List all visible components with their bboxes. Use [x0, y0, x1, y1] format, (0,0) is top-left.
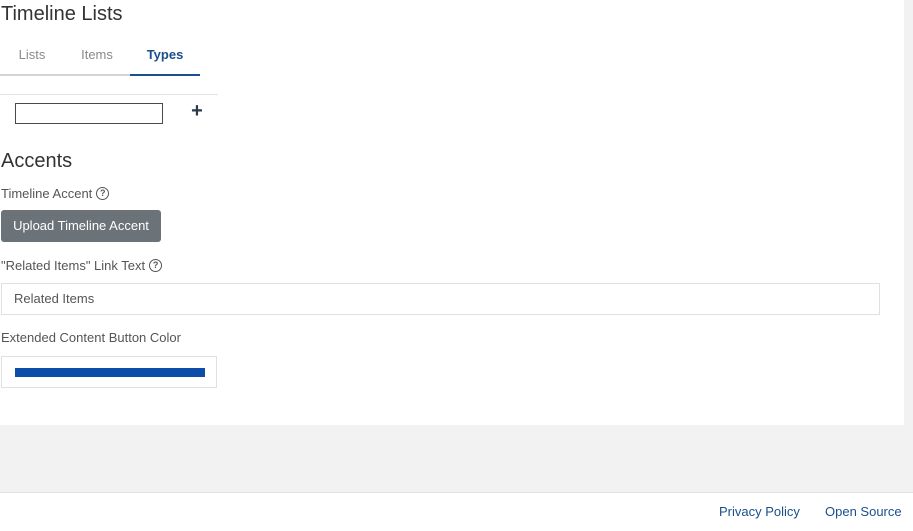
page-title: Timeline Lists — [1, 3, 123, 25]
accents-heading: Accents — [1, 150, 73, 172]
add-type-button[interactable]: + — [186, 100, 208, 122]
open-source-link[interactable]: Open Source — [825, 504, 902, 519]
upload-timeline-accent-button[interactable]: Upload Timeline Accent — [1, 210, 161, 242]
main-panel: Timeline Lists Lists Items Types + Accen… — [0, 0, 904, 425]
tab-lists[interactable]: Lists — [0, 34, 64, 76]
related-items-label-text: "Related Items" Link Text — [1, 258, 146, 273]
extended-button-color-picker[interactable] — [1, 356, 217, 388]
related-items-link-text-input[interactable]: Related Items — [1, 283, 880, 315]
type-name-input[interactable] — [15, 103, 163, 124]
extended-button-color-label: Extended Content Button Color — [1, 330, 181, 345]
timeline-accent-label: Timeline Accent ? — [1, 186, 110, 201]
tab-types[interactable]: Types — [130, 34, 200, 76]
tab-items[interactable]: Items — [64, 34, 130, 76]
plus-icon: + — [191, 100, 203, 122]
help-icon[interactable]: ? — [96, 187, 110, 200]
color-swatch — [15, 368, 205, 377]
tab-bar: Lists Items Types — [0, 34, 200, 76]
related-items-label: "Related Items" Link Text ? — [1, 258, 163, 273]
page: Timeline Lists Lists Items Types + Accen… — [0, 0, 913, 531]
timeline-accent-label-text: Timeline Accent — [1, 186, 93, 201]
privacy-policy-link[interactable]: Privacy Policy — [719, 504, 800, 519]
help-icon[interactable]: ? — [149, 259, 163, 272]
footer: Privacy Policy Open Source — [0, 492, 913, 531]
extended-button-color-label-text: Extended Content Button Color — [1, 330, 181, 345]
tabs-divider — [0, 94, 218, 95]
